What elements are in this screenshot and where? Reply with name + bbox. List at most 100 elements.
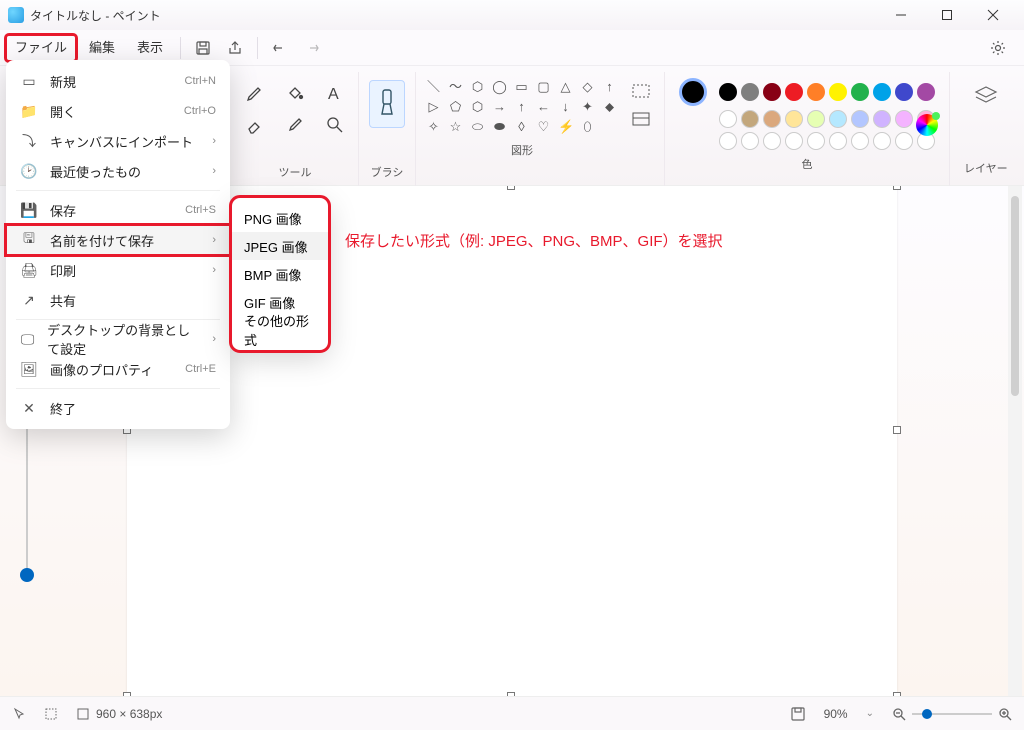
menu-item-properties[interactable]: 🖼画像のプロパティCtrl+E — [6, 354, 230, 384]
properties-icon: 🖼 — [20, 361, 38, 378]
layers-icon[interactable] — [972, 84, 1000, 108]
shape-outline-icon[interactable] — [628, 80, 654, 102]
titlebar: タイトルなし - ペイント — [0, 0, 1024, 30]
color-picker-icon[interactable] — [282, 112, 308, 138]
ribbon-shapes-group: ＼〜⬡◯▭▢△◇↑ ▷⬠⬡→↑←↓✦⬥ ✧☆⬭⬬◊♡⚡⬯ 図形 — [416, 72, 665, 186]
color-swatch[interactable] — [785, 110, 803, 128]
magnifier-icon[interactable] — [322, 112, 348, 138]
color-swatch-empty[interactable] — [785, 132, 803, 150]
color-swatch-empty[interactable] — [741, 132, 759, 150]
vertical-scrollbar[interactable] — [1008, 186, 1022, 696]
menu-item-import[interactable]: ⤵キャンバスにインポート› — [6, 126, 230, 156]
settings-icon[interactable] — [986, 36, 1010, 60]
color-swatch[interactable] — [895, 110, 913, 128]
save-as-submenu: PNG 画像 JPEG 画像 BMP 画像 GIF 画像 その他の形式 — [232, 198, 328, 350]
layers-label: レイヤー — [964, 160, 1008, 178]
cursor-pos-icon — [12, 707, 26, 721]
color-swatch[interactable] — [851, 110, 869, 128]
chevron-right-icon: › — [212, 264, 216, 276]
maximize-button[interactable] — [924, 0, 970, 30]
current-color-swatch[interactable] — [679, 78, 707, 106]
menu-separator — [16, 388, 220, 389]
color-swatch[interactable] — [719, 110, 737, 128]
color-swatch[interactable] — [741, 83, 759, 101]
ribbon-colors-group: 色 — [665, 72, 950, 186]
resize-handle[interactable] — [123, 692, 131, 696]
chevron-right-icon: › — [212, 165, 216, 177]
menu-item-open[interactable]: 📁開くCtrl+O — [6, 96, 230, 126]
brush-button[interactable] — [369, 80, 405, 128]
ribbon-brush-group: ブラシ — [359, 72, 416, 186]
color-wheel-icon[interactable] — [916, 114, 938, 136]
eraser-icon[interactable] — [242, 112, 268, 138]
shapes-grid[interactable]: ＼〜⬡◯▭▢△◇↑ ▷⬠⬡→↑←↓✦⬥ ✧☆⬭⬬◊♡⚡⬯ — [426, 80, 618, 136]
auto-save-icon[interactable] — [790, 706, 806, 722]
color-swatch-empty[interactable] — [763, 132, 781, 150]
undo-icon[interactable] — [268, 36, 292, 60]
color-swatch[interactable] — [763, 110, 781, 128]
menu-item-share[interactable]: ↗共有 — [6, 285, 230, 315]
text-icon[interactable]: A — [322, 80, 348, 106]
selection-icon — [44, 707, 58, 721]
chevron-right-icon: › — [212, 333, 216, 345]
brush-label: ブラシ — [371, 164, 404, 182]
color-row-1 — [719, 83, 935, 101]
zoom-slider[interactable] — [912, 707, 992, 721]
color-swatch[interactable] — [873, 83, 891, 101]
save-icon[interactable] — [191, 36, 215, 60]
zoom-in-icon[interactable] — [998, 707, 1012, 721]
color-swatch[interactable] — [741, 110, 759, 128]
color-swatch-empty[interactable] — [895, 132, 913, 150]
save-as-other[interactable]: その他の形式 — [232, 316, 328, 344]
color-swatch-empty[interactable] — [719, 132, 737, 150]
close-button[interactable] — [970, 0, 1016, 30]
color-swatch[interactable] — [719, 83, 737, 101]
color-swatch[interactable] — [917, 83, 935, 101]
resize-handle[interactable] — [507, 692, 515, 696]
redo-icon[interactable] — [300, 36, 324, 60]
menu-item-new[interactable]: ▭新規Ctrl+N — [6, 66, 230, 96]
menu-item-print[interactable]: 🖨印刷› — [6, 255, 230, 285]
share-icon[interactable] — [223, 36, 247, 60]
color-swatch-empty[interactable] — [829, 132, 847, 150]
menu-view[interactable]: 表示 — [127, 34, 173, 62]
color-swatch-empty[interactable] — [807, 132, 825, 150]
zoom-dropdown-icon[interactable]: ⌄ — [866, 708, 874, 719]
color-swatch[interactable] — [851, 83, 869, 101]
new-icon: ▭ — [20, 73, 38, 90]
zoom-out-icon[interactable] — [892, 707, 906, 721]
color-swatch[interactable] — [829, 83, 847, 101]
desktop-icon: 🖵 — [20, 331, 35, 348]
menu-separator — [16, 190, 220, 191]
resize-handle[interactable] — [893, 692, 901, 696]
resize-handle[interactable] — [893, 426, 901, 434]
menu-edit[interactable]: 編集 — [79, 34, 125, 62]
color-swatch[interactable] — [895, 83, 913, 101]
file-menu: ▭新規Ctrl+N 📁開くCtrl+O ⤵キャンバスにインポート› 🕑最近使った… — [6, 60, 230, 429]
menu-item-exit[interactable]: ✕終了 — [6, 393, 230, 423]
menu-item-wallpaper[interactable]: 🖵デスクトップの背景として設定› — [6, 324, 230, 354]
color-swatch[interactable] — [785, 83, 803, 101]
menu-item-recent[interactable]: 🕑最近使ったもの› — [6, 156, 230, 186]
menu-item-save[interactable]: 💾保存Ctrl+S — [6, 195, 230, 225]
pencil-icon[interactable] — [242, 80, 268, 106]
save-as-bmp[interactable]: BMP 画像 — [232, 260, 328, 288]
color-swatch[interactable] — [873, 110, 891, 128]
menu-file[interactable]: ファイル — [5, 34, 77, 62]
fill-icon[interactable] — [282, 80, 308, 106]
save-as-png[interactable]: PNG 画像 — [232, 204, 328, 232]
import-icon: ⤵ — [20, 131, 38, 151]
save-as-jpeg[interactable]: JPEG 画像 — [232, 232, 328, 260]
color-swatch-empty[interactable] — [851, 132, 869, 150]
minimize-button[interactable] — [878, 0, 924, 30]
menu-item-save-as[interactable]: 🖫名前を付けて保存› — [6, 225, 230, 255]
color-swatch[interactable] — [829, 110, 847, 128]
color-swatch-empty[interactable] — [873, 132, 891, 150]
resize-handle[interactable] — [893, 186, 901, 190]
color-swatch[interactable] — [763, 83, 781, 101]
color-swatch[interactable] — [807, 110, 825, 128]
color-swatch[interactable] — [807, 83, 825, 101]
shape-fill-icon[interactable] — [628, 108, 654, 130]
resize-handle[interactable] — [507, 186, 515, 190]
chevron-right-icon: › — [212, 135, 216, 147]
